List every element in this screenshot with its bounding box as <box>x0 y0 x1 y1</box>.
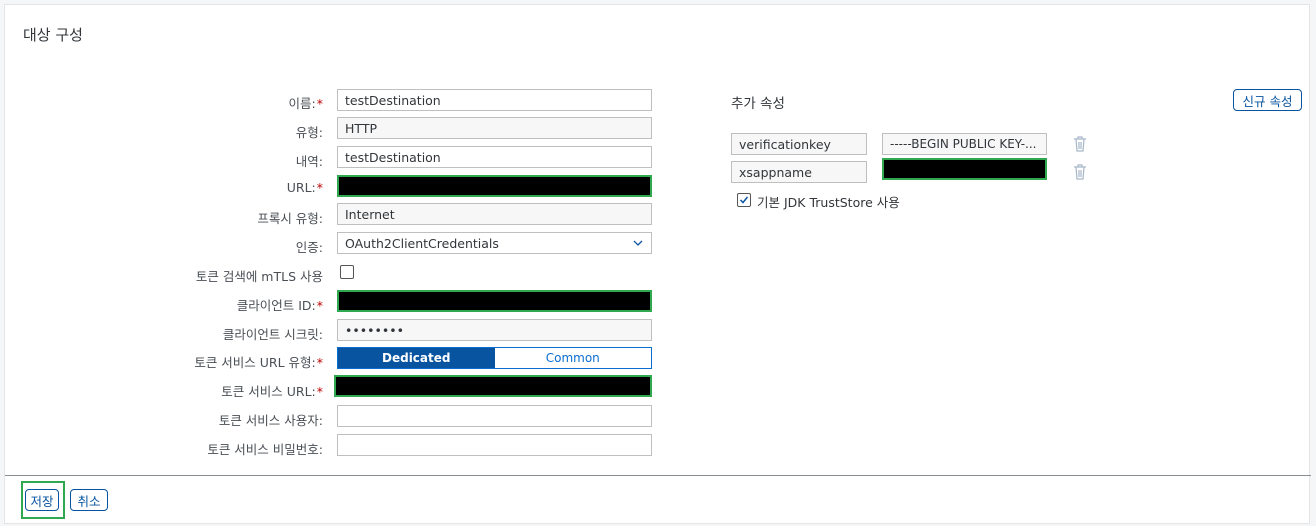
segment-common[interactable]: Common <box>495 348 652 368</box>
check-icon <box>739 196 749 204</box>
token-password-field[interactable] <box>337 434 652 456</box>
url-field[interactable] <box>337 175 652 197</box>
new-property-button[interactable]: 신규 속성 <box>1233 89 1302 111</box>
url-label: URL:* <box>286 180 323 195</box>
type-label: 유형: <box>295 125 323 140</box>
property-value-2[interactable] <box>882 158 1047 180</box>
property-key-2[interactable]: xsappname <box>731 161 867 183</box>
description-field[interactable]: testDestination <box>337 146 652 168</box>
client-id-label: 클라이언트 ID:* <box>236 298 323 313</box>
mtls-checkbox[interactable] <box>340 265 354 279</box>
destination-config-panel: 대상 구성 이름:* testDestination 유형: HTTP 내역: … <box>4 4 1311 524</box>
token-user-label: 토큰 서비스 사용자: <box>218 413 323 428</box>
token-url-field[interactable] <box>334 375 652 397</box>
property-value-1[interactable]: -----BEGIN PUBLIC KEY-... <box>882 133 1047 155</box>
authentication-select[interactable]: OAuth2ClientCredentials <box>337 232 652 254</box>
property-key-1[interactable]: verificationkey <box>731 133 867 155</box>
description-label: 내역: <box>295 154 323 169</box>
authentication-select-value: OAuth2ClientCredentials <box>345 236 499 251</box>
authentication-label: 인증: <box>295 240 323 255</box>
delete-property-2-icon[interactable] <box>1073 164 1087 180</box>
type-field: HTTP <box>337 117 652 139</box>
proxy-type-field: Internet <box>337 203 652 225</box>
additional-properties-title: 추가 속성 <box>731 96 785 112</box>
client-secret-field[interactable]: •••••••• <box>337 319 652 341</box>
proxy-type-label: 프록시 유형: <box>257 211 323 226</box>
token-url-label: 토큰 서비스 URL:* <box>221 384 323 399</box>
delete-property-1-icon[interactable] <box>1073 136 1087 152</box>
token-user-field[interactable] <box>337 405 652 427</box>
token-url-type-segmented: Dedicated Common <box>337 347 652 369</box>
client-id-field[interactable] <box>337 290 652 312</box>
mtls-label: 토큰 검색에 mTLS 사용 <box>195 269 323 284</box>
token-url-type-label: 토큰 서비스 URL 유형:* <box>194 355 323 370</box>
truststore-label: 기본 JDK TrustStore 사용 <box>757 195 900 210</box>
name-label: 이름:* <box>288 96 323 111</box>
chevron-down-icon[interactable] <box>633 236 643 246</box>
save-button[interactable]: 저장 <box>25 489 59 511</box>
footer-divider <box>5 475 1311 476</box>
client-secret-label: 클라이언트 시크릿: <box>222 327 323 342</box>
name-field[interactable]: testDestination <box>337 89 652 111</box>
truststore-checkbox[interactable] <box>737 193 751 207</box>
cancel-button[interactable]: 취소 <box>70 489 108 511</box>
token-password-label: 토큰 서비스 비밀번호: <box>207 442 323 457</box>
segment-dedicated[interactable]: Dedicated <box>338 348 495 368</box>
page-title: 대상 구성 <box>23 26 83 44</box>
